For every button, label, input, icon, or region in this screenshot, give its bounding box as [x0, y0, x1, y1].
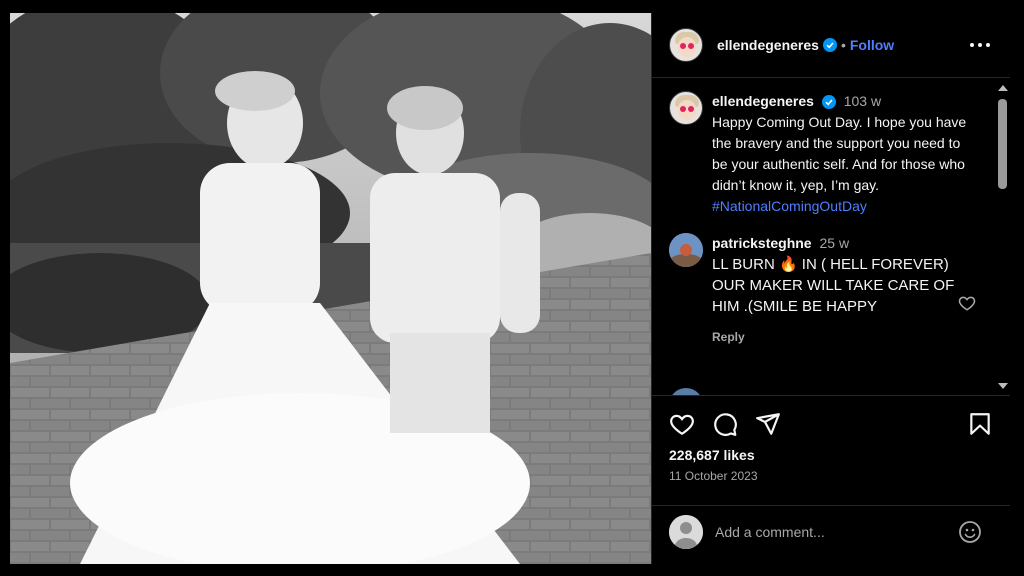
add-comment-bar: [652, 505, 1010, 564]
likes-count[interactable]: 228,687 likes: [669, 447, 755, 463]
comment-icon[interactable]: [712, 411, 738, 437]
separator-dot: •: [840, 37, 846, 53]
comment-time[interactable]: 25 w: [819, 235, 849, 251]
comment-body: patricksteghne 25 w LL BURN 🔥 IN ( HELL …: [712, 233, 977, 348]
author-avatar[interactable]: [669, 28, 703, 62]
scroll-down-arrow-icon[interactable]: [998, 383, 1008, 389]
commenter-avatar[interactable]: [669, 388, 703, 395]
caption-time[interactable]: 103 w: [844, 93, 881, 109]
comments-list[interactable]: ellendegeneres 103 w Happy Coming Out Da…: [652, 79, 1010, 395]
scroll-thumb[interactable]: [998, 99, 1007, 189]
post-actions: 228,687 likes 11 October 2023: [652, 395, 1010, 505]
share-icon[interactable]: [755, 411, 781, 437]
author-username[interactable]: ellendegeneres: [717, 37, 819, 53]
emoji-icon[interactable]: [958, 520, 982, 544]
reply-button[interactable]: Reply: [712, 327, 745, 348]
user-avatar: [669, 515, 703, 549]
caption-text: Happy Coming Out Day. I hope you have th…: [712, 114, 967, 193]
comment-username[interactable]: patricksteghne: [712, 235, 812, 251]
verified-badge-icon: [822, 38, 837, 52]
post-image: [10, 13, 651, 564]
scroll-up-arrow-icon[interactable]: [998, 85, 1008, 91]
bookmark-icon[interactable]: [967, 411, 993, 437]
commenter-avatar[interactable]: [669, 233, 703, 267]
follow-button[interactable]: Follow: [850, 37, 894, 53]
post-header: ellendegeneres • Follow: [652, 13, 1010, 78]
post-date: 11 October 2023: [669, 469, 758, 483]
post-details-panel: ellendegeneres • Follow ellendegeneres 1…: [651, 13, 1010, 564]
verified-badge-icon: [821, 95, 836, 110]
comment-heart-icon[interactable]: [958, 294, 976, 312]
caption-avatar[interactable]: [669, 91, 703, 125]
caption-body: ellendegeneres 103 w Happy Coming Out Da…: [712, 91, 977, 217]
post-photo[interactable]: [10, 13, 651, 564]
heart-icon[interactable]: [669, 411, 695, 437]
caption-hashtag[interactable]: #NationalComingOutDay: [712, 198, 867, 214]
more-options-icon[interactable]: [970, 35, 990, 55]
caption-username[interactable]: ellendegeneres: [712, 93, 814, 109]
comments-scrollbar[interactable]: [994, 79, 1010, 395]
comment-text: LL BURN 🔥 IN ( HELL FOREVER) OUR MAKER W…: [712, 256, 955, 315]
add-comment-input[interactable]: [715, 520, 945, 544]
